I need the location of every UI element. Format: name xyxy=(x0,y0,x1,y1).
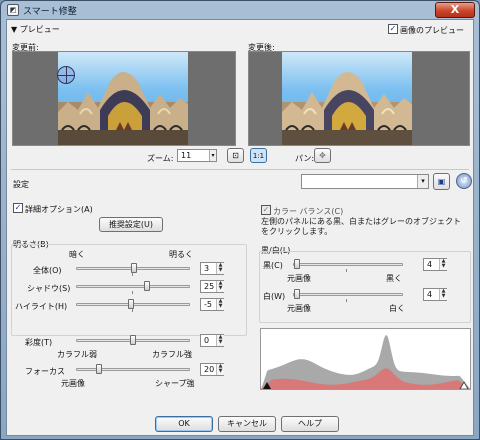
help-button[interactable]: ヘルプ xyxy=(281,416,339,432)
brightness-bright-label: 明るく xyxy=(169,250,193,259)
save-disk-icon: ▣ xyxy=(437,177,446,186)
zoom-fit-icon: ⊡ xyxy=(232,151,239,160)
shadow-slider-thumb[interactable] xyxy=(143,281,150,291)
shadow-value: 25 xyxy=(204,282,215,291)
highlight-label: ハイライト(H) xyxy=(15,302,68,311)
window-title: スマート修整 xyxy=(23,7,77,17)
black-spin-icon[interactable]: ▲ ▼ xyxy=(439,259,447,270)
focus-high-label: シャープ強 xyxy=(155,379,195,388)
slider-tick xyxy=(132,291,133,294)
pan-button[interactable]: ✥ xyxy=(314,148,331,163)
saturation-high-label: カラフル強 xyxy=(152,350,192,359)
black-slider-thumb[interactable] xyxy=(294,259,301,269)
black-slider-track[interactable] xyxy=(293,263,403,266)
saturation-slider-thumb[interactable] xyxy=(130,335,136,345)
overall-label: 全体(O) xyxy=(33,266,62,275)
basilica-photo-after xyxy=(282,72,412,145)
dialog-client: ▼ プレビュー ✓ 画像のプレビュー 変更前: 変更後: ズーム: 11 ▾ ⊡… xyxy=(6,19,474,436)
separator xyxy=(11,169,469,170)
overall-value: 3 xyxy=(204,264,210,273)
pan-label: パン: xyxy=(295,154,315,163)
saturation-low-label: カラフル弱 xyxy=(57,350,97,359)
advanced-options-label: 詳細オプション(A) xyxy=(25,205,93,214)
title-bar[interactable]: ◩ スマート修整 X xyxy=(1,1,479,19)
brightness-dark-label: 暗く xyxy=(69,250,85,259)
focus-low-label: 元画像 xyxy=(61,379,85,388)
white-value: 4 xyxy=(427,290,433,299)
white-slider-thumb[interactable] xyxy=(294,289,301,299)
basilica-photo xyxy=(58,72,188,145)
app-icon: ◩ xyxy=(7,4,19,16)
slider-tick xyxy=(346,299,347,302)
histogram-graph xyxy=(261,335,470,390)
focus-value: 20 xyxy=(204,365,215,374)
focus-slider-thumb[interactable] xyxy=(95,364,102,374)
zoom-label: ズーム: xyxy=(147,154,174,163)
close-button[interactable]: X xyxy=(435,2,475,18)
show-preview-label: 画像のプレビュー xyxy=(400,26,464,35)
shadow-spin-icon[interactable]: ▲ ▼ xyxy=(216,281,224,292)
white-spin-icon[interactable]: ▲ ▼ xyxy=(439,289,447,300)
white-label: 白(W) xyxy=(263,292,286,301)
zoom-actual-button[interactable]: 1:1 xyxy=(250,148,267,163)
ok-button[interactable]: OK xyxy=(155,416,213,432)
white-high-label: 白く xyxy=(389,304,405,313)
color-balance-description: 左側のパネルにある黒、白またはグレーのオブジェクトをクリックします。 xyxy=(261,217,461,236)
focus-slider-track[interactable] xyxy=(76,368,190,371)
settings-label: 設定 xyxy=(13,180,29,189)
overall-spin-icon[interactable]: ▲ ▼ xyxy=(216,263,224,274)
after-preview-image xyxy=(282,52,412,145)
histogram[interactable] xyxy=(260,328,471,390)
white-slider-track[interactable] xyxy=(293,293,403,296)
focus-spin-icon[interactable]: ▲ ▼ xyxy=(216,364,224,375)
highlight-spin-icon[interactable]: ▲ ▼ xyxy=(216,299,224,310)
black-high-label: 黒く xyxy=(386,274,402,283)
advanced-options-checkbox[interactable]: ✓ xyxy=(13,203,23,213)
suggest-settings-button[interactable]: 推奨設定(U) xyxy=(99,217,163,232)
show-preview-checkbox[interactable]: ✓ xyxy=(388,24,398,34)
focus-label: フォーカス xyxy=(25,367,65,376)
shadow-slider-track[interactable] xyxy=(76,285,190,288)
reset-button[interactable]: ↺ xyxy=(456,173,472,189)
slider-tick xyxy=(132,273,133,276)
white-low-label: 元画像 xyxy=(287,304,311,313)
dialog-window: ◩ スマート修整 X ▼ プレビュー ✓ 画像のプレビュー 変更前: 変更後: xyxy=(0,0,480,440)
color-balance-checkbox[interactable]: ✓ xyxy=(261,205,271,215)
saturation-value: 0 xyxy=(204,336,210,345)
overall-slider-thumb[interactable] xyxy=(131,263,138,273)
black-label: 黒(C) xyxy=(263,261,283,270)
black-value: 4 xyxy=(427,260,433,269)
shadow-label: シャドウ(S) xyxy=(27,284,71,293)
before-preview-image[interactable] xyxy=(58,52,188,145)
color-balance-label: カラー バランス(C) xyxy=(273,207,344,216)
zoom-value: 11 xyxy=(181,151,192,160)
preview-toggle[interactable]: ▼ プレビュー xyxy=(11,24,60,35)
pan-crosshair-icon[interactable] xyxy=(57,66,75,84)
cancel-button[interactable]: キャンセル xyxy=(218,416,276,432)
highlight-slider-thumb[interactable] xyxy=(127,299,134,309)
slider-tick xyxy=(132,309,133,312)
zoom-fit-button[interactable]: ⊡ xyxy=(227,148,244,163)
black-low-label: 元画像 xyxy=(287,274,311,283)
zoom-dropdown-arrow-icon[interactable]: ▾ xyxy=(209,150,216,161)
save-preset-button[interactable]: ▣ xyxy=(433,173,450,190)
saturation-label: 彩度(T) xyxy=(25,338,53,347)
actual-size-icon: 1:1 xyxy=(252,152,265,160)
highlight-value: -5 xyxy=(204,300,212,309)
pan-move-icon: ✥ xyxy=(319,151,326,160)
saturation-spin-icon[interactable]: ▲ ▼ xyxy=(216,335,224,346)
before-preview-panel[interactable] xyxy=(12,51,236,146)
settings-dropdown[interactable] xyxy=(301,174,429,189)
slider-tick xyxy=(346,269,347,272)
reset-arrow-icon: ↺ xyxy=(460,176,468,186)
settings-dropdown-arrow-icon[interactable]: ▾ xyxy=(417,175,428,188)
after-preview-panel xyxy=(248,51,470,146)
